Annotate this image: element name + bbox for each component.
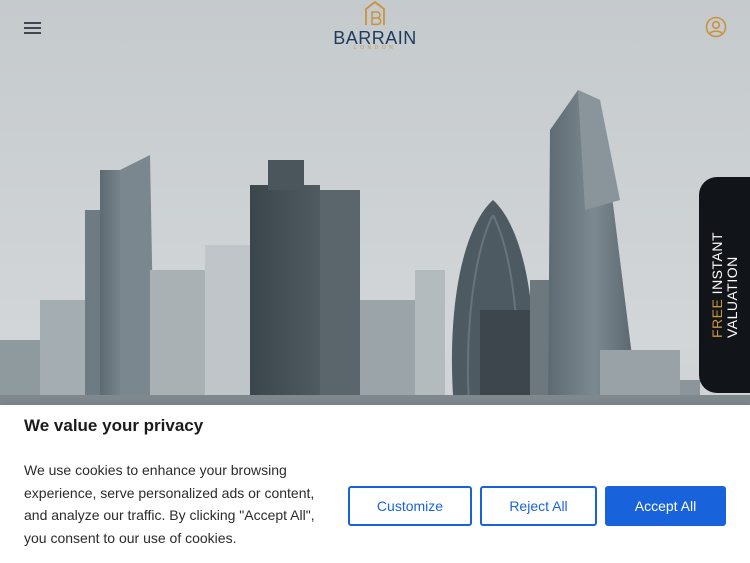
brand-logo[interactable]: BARRAIN LONDON — [333, 0, 417, 54]
valuation-tab-label: FREE INSTANT VALUATION — [709, 231, 740, 339]
free-instant-valuation-tab[interactable]: FREE INSTANT VALUATION — [699, 177, 750, 393]
customize-button[interactable]: Customize — [348, 486, 472, 526]
accept-all-button[interactable]: Accept All — [605, 486, 726, 526]
hamburger-menu-icon[interactable] — [24, 19, 42, 35]
cookie-consent-banner: We value your privacy We use cookies to … — [0, 405, 750, 563]
valuation-tab-line2: VALUATION — [724, 256, 740, 339]
valuation-tab-free: FREE — [709, 298, 725, 339]
cookie-banner-description: We use cookies to enhance your browsing … — [24, 462, 315, 546]
site-header: BARRAIN LONDON — [0, 0, 750, 56]
logo-subtext: LONDON — [353, 45, 397, 51]
user-account-icon[interactable] — [704, 15, 728, 39]
valuation-tab-line1: INSTANT — [709, 231, 725, 295]
logo-house-icon — [365, 0, 385, 26]
reject-all-button[interactable]: Reject All — [480, 486, 597, 526]
cookie-banner-title: We value your privacy — [24, 416, 204, 435]
